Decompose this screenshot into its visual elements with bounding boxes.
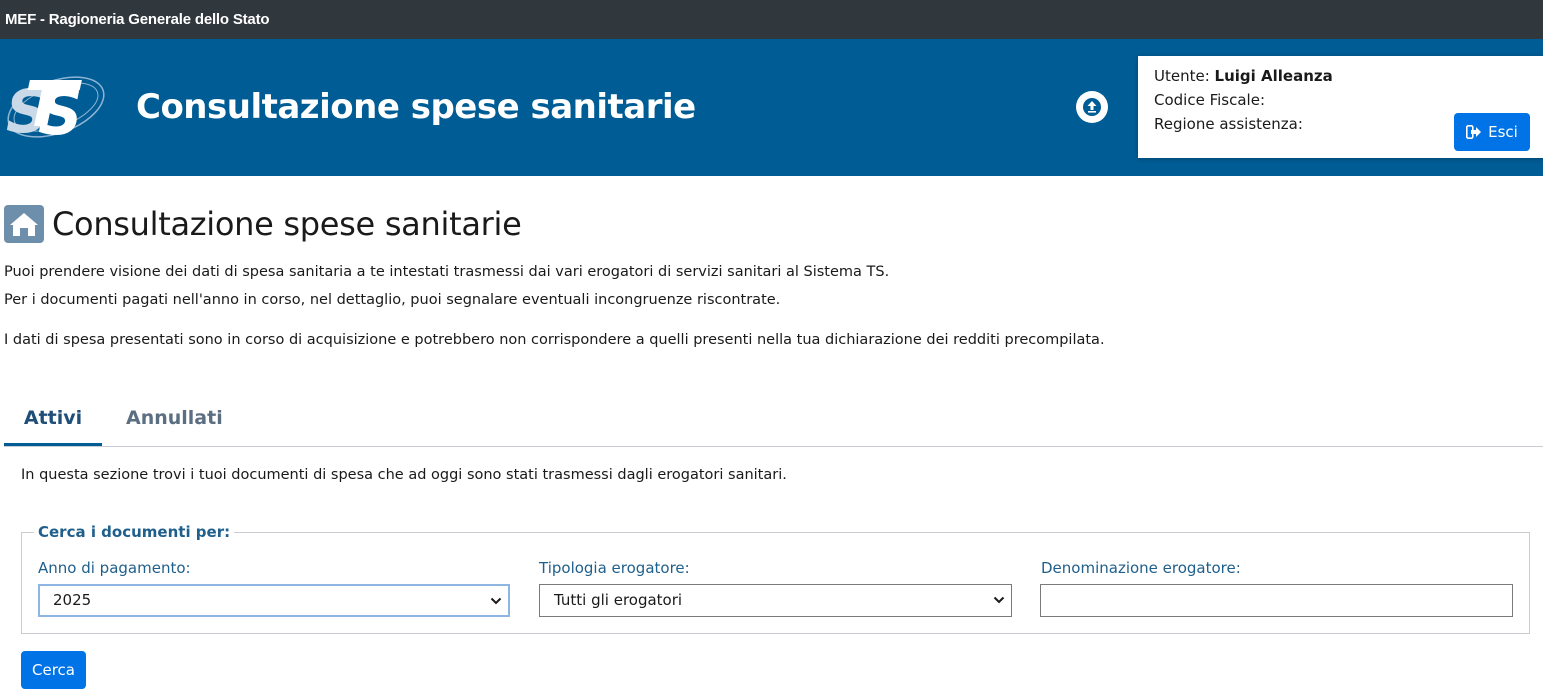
- denominazione-input[interactable]: [1040, 584, 1513, 617]
- logout-button[interactable]: Esci: [1454, 113, 1530, 151]
- page-heading: Consultazione spese sanitarie: [4, 203, 522, 245]
- utente-name: Luigi Alleanza: [1214, 67, 1333, 85]
- user-name-line: Utente: Luigi Alleanza: [1154, 67, 1333, 85]
- tab-bar: Attivi Annullati: [4, 392, 1543, 446]
- app-header: S S Consultazione spese sanitarie Utente…: [0, 39, 1543, 176]
- tipologia-label: Tipologia erogatore:: [539, 559, 690, 577]
- sign-out-icon: [1466, 125, 1482, 139]
- regione-label: Regione assistenza:: [1154, 115, 1303, 133]
- tabs-divider: [4, 446, 1543, 447]
- codice-fiscale-label: Codice Fiscale:: [1154, 91, 1265, 109]
- page-title: Consultazione spese sanitarie: [52, 205, 522, 243]
- top-bar-title: MEF - Ragioneria Generale dello Stato: [0, 0, 1543, 39]
- intro-text-1: Puoi prendere visione dei dati di spesa …: [4, 264, 890, 280]
- chevron-down-icon: [993, 596, 1005, 604]
- search-legend: Cerca i documenti per:: [34, 523, 235, 541]
- intro-text-3: I dati di spesa presentati sono in corso…: [4, 332, 1105, 348]
- cerca-button[interactable]: Cerca: [21, 651, 86, 689]
- tipologia-value: Tutti gli erogatori: [554, 591, 683, 609]
- logout-label: Esci: [1488, 123, 1518, 141]
- tab-annullati[interactable]: Annullati: [126, 392, 223, 446]
- anno-value: 2025: [53, 591, 92, 609]
- app-title: Consultazione spese sanitarie: [136, 87, 696, 127]
- upload-button[interactable]: [1076, 91, 1108, 123]
- utente-label: Utente:: [1154, 67, 1210, 85]
- denominazione-label: Denominazione erogatore:: [1041, 559, 1241, 577]
- user-panel: Utente: Luigi Alleanza Codice Fiscale: R…: [1138, 56, 1543, 158]
- chevron-down-icon: [490, 597, 502, 605]
- ts-logo: S S: [6, 76, 105, 144]
- anno-select[interactable]: 2025: [38, 584, 510, 617]
- intro-text-2: Per i documenti pagati nell'anno in cors…: [4, 292, 781, 308]
- tab-attivi[interactable]: Attivi: [4, 392, 102, 446]
- home-icon: [4, 205, 44, 243]
- anno-label: Anno di pagamento:: [38, 559, 191, 577]
- panel-description: In questa sezione trovi i tuoi documenti…: [21, 467, 787, 483]
- tipologia-select[interactable]: Tutti gli erogatori: [539, 584, 1012, 617]
- search-fieldset: Cerca i documenti per:: [21, 523, 1530, 634]
- upload-icon: [1083, 98, 1101, 116]
